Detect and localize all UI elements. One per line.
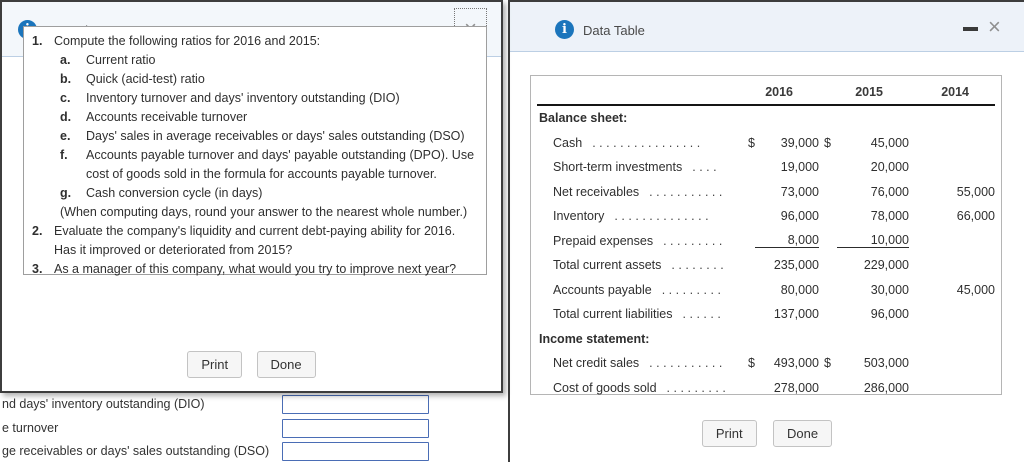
table-row-total-current-liabilities: Total current liabilities...... 137,000 … xyxy=(553,307,909,322)
table-row-cash: Cash................ $ 39,000 $ 45,000 xyxy=(553,135,909,150)
section-balance-sheet: Balance sheet: xyxy=(539,111,628,126)
answer-row-turnover: e turnover xyxy=(0,419,505,439)
answer-input-dso[interactable] xyxy=(282,442,429,461)
requirements-button-row: Print Done xyxy=(2,351,501,378)
data-table-dialog: i Data Table × 2016 2015 2014 Balance sh… xyxy=(508,0,1024,462)
year-2014: 2014 xyxy=(941,85,969,99)
done-button[interactable]: Done xyxy=(256,351,316,378)
done-button[interactable]: Done xyxy=(773,420,833,447)
print-button[interactable]: Print xyxy=(187,351,243,378)
print-button[interactable]: Print xyxy=(701,420,757,447)
answer-row-label: nd days' inventory outstanding (DIO) xyxy=(2,397,205,411)
table-row-net-receivables: Net receivables........... 73,000 76,000… xyxy=(553,184,995,199)
requirement-1g: g. Cash conversion cycle (in days) xyxy=(60,186,263,200)
table-row-prepaid-expenses: Prepaid expenses......... 8,000 10,000 xyxy=(553,233,909,249)
requirement-1d: d. Accounts receivable turnover xyxy=(60,110,248,124)
requirement-1e: e. Days' sales in average receivables or… xyxy=(60,129,465,143)
table-row-inventory: Inventory.............. 96,000 78,000 66… xyxy=(553,209,995,224)
answer-input-dio[interactable] xyxy=(282,395,429,414)
rounding-note: (When computing days, round your answer … xyxy=(60,205,468,219)
year-2015: 2015 xyxy=(855,85,883,99)
requirement-3: 3. As a manager of this company, what wo… xyxy=(32,262,457,276)
table-row-accounts-payable: Accounts payable......... 80,000 30,000 … xyxy=(553,282,995,297)
requirement-1f: f. Accounts payable turnover and days' p… xyxy=(60,148,475,181)
year-2016: 2016 xyxy=(765,85,793,99)
requirement-2: 2. Evaluate the company's liquidity and … xyxy=(32,224,456,257)
close-icon[interactable]: × xyxy=(988,16,1001,38)
answer-row-dio: nd days' inventory outstanding (DIO) xyxy=(0,395,505,415)
info-icon: i xyxy=(555,20,574,39)
data-table: 2016 2015 2014 Balance sheet: Cash......… xyxy=(530,75,1002,395)
table-row-short-term-investments: Short-term investments.... 19,000 20,000 xyxy=(553,160,909,175)
data-table-titlebar[interactable]: i Data Table × xyxy=(510,2,1024,52)
data-table-button-row: Print Done xyxy=(510,420,1024,447)
table-row-net-credit-sales: Net credit sales........... $ 493,000 $ … xyxy=(553,356,909,371)
section-income-statement: Income statement: xyxy=(539,331,650,346)
minimize-icon[interactable] xyxy=(963,27,978,31)
answer-input-turnover[interactable] xyxy=(282,419,429,438)
requirements-dialog: i Requirements × 1. Compute the followin… xyxy=(0,0,503,393)
requirement-1a: a. Current ratio xyxy=(60,53,156,67)
screen: nd days' inventory outstanding (DIO) e t… xyxy=(0,0,1024,462)
table-year-header: 2016 2015 2014 xyxy=(537,80,995,106)
answer-row-label: ge receivables or days' sales outstandin… xyxy=(2,444,270,458)
answer-row-dso: ge receivables or days' sales outstandin… xyxy=(0,442,505,462)
requirement-1b: b. Quick (acid-test) ratio xyxy=(60,72,205,86)
data-table-title: Data Table xyxy=(583,23,645,38)
table-row-cost-of-goods-sold: Cost of goods sold......... 278,000 286,… xyxy=(553,380,909,395)
requirement-1: 1. Compute the following ratios for 2016… xyxy=(32,34,321,48)
requirement-1c: c. Inventory turnover and days' inventor… xyxy=(60,91,400,105)
answer-row-label: e turnover xyxy=(2,421,59,435)
requirements-list: 1. Compute the following ratios for 2016… xyxy=(23,26,487,276)
table-row-total-current-assets: Total current assets........ 235,000 229… xyxy=(553,258,909,273)
